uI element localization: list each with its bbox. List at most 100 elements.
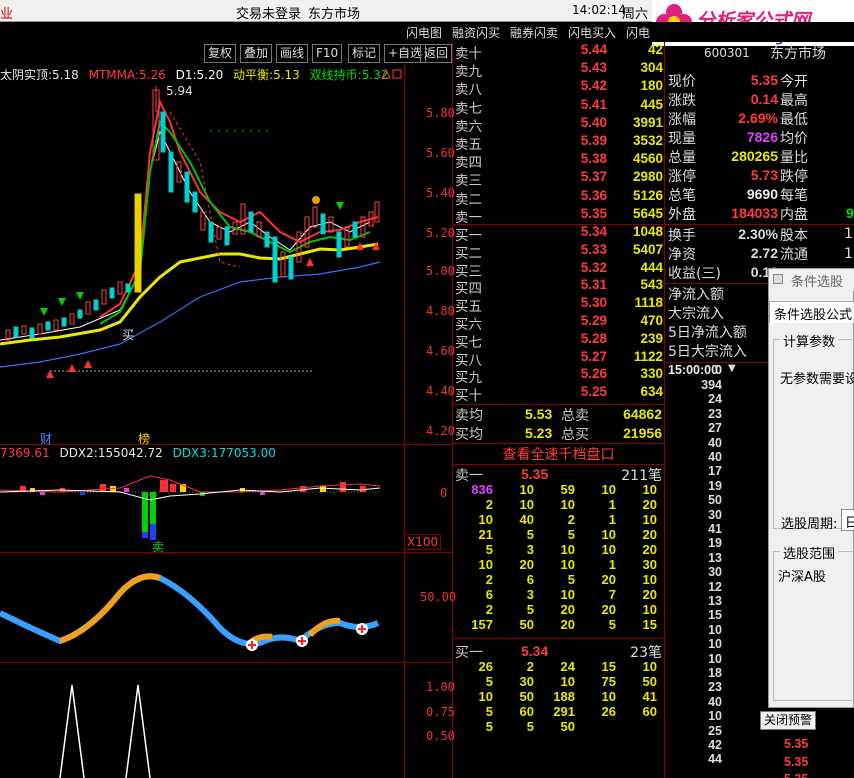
oscillator-chart[interactable] xyxy=(0,553,404,662)
period-select[interactable]: 日 xyxy=(841,509,854,531)
stock-header: 600301 东方市场 xyxy=(668,46,854,62)
stat-value: 5.73 xyxy=(750,167,778,183)
dialog-tab-formula[interactable]: 条件选股公式 xyxy=(769,301,854,323)
kline-chart[interactable] xyxy=(0,82,404,444)
sell-level-row[interactable]: 卖六 5.40 3991 xyxy=(453,115,665,135)
buy-level-row[interactable]: 买七 5.28 239 xyxy=(453,330,665,351)
buy-level-price: 5.34 xyxy=(580,224,607,239)
tick-volume: 15 xyxy=(708,608,722,623)
restore-rights-button[interactable]: 复权 xyxy=(204,44,237,63)
buy-level-row[interactable]: 买四 5.31 543 xyxy=(453,277,665,297)
queue-cell: 20 xyxy=(560,602,575,617)
flow-label: 大宗流入 xyxy=(668,306,724,322)
sell-level-row[interactable]: 卖一 5.35 5645 xyxy=(453,206,665,226)
queue-cell: 5 xyxy=(485,674,493,689)
queue-buy-price: 5.34 xyxy=(521,643,549,659)
buy-level-row[interactable]: 买六 5.29 470 xyxy=(453,313,665,333)
queue-cell: 60 xyxy=(519,704,534,719)
queue-cell: 2 xyxy=(485,602,493,617)
flash-chart-button[interactable]: 闪电图 xyxy=(406,24,442,41)
buy-level-row[interactable]: 买一 5.34 1048 xyxy=(453,224,665,244)
sell-level-price: 5.39 xyxy=(580,133,607,148)
buy-level-volume: 1048 xyxy=(632,224,663,239)
short-sell-button[interactable]: 融券闪卖 xyxy=(510,24,558,41)
sell-level-volume: 42 xyxy=(647,42,663,57)
sell-level-row[interactable]: 卖五 5.39 3532 xyxy=(453,133,665,153)
login-status[interactable]: 交易未登录 xyxy=(236,3,301,22)
queue-cell: 21 xyxy=(478,527,493,542)
ddx-chart[interactable] xyxy=(0,462,404,552)
queue-cell: 10 xyxy=(642,572,657,587)
queue-cell: 5 xyxy=(567,527,575,542)
queue-cell: 10 xyxy=(560,587,575,602)
tick-volume: 23 xyxy=(708,680,722,695)
mark-button[interactable]: 标记 xyxy=(348,44,381,63)
sell-level-row[interactable]: 卖九 5.43 304 xyxy=(453,60,665,80)
sell-level-row[interactable]: 卖七 5.41 445 xyxy=(453,96,665,117)
draw-line-button[interactable]: 画线 xyxy=(276,44,309,63)
close-alert-button[interactable]: 关闭预警 xyxy=(760,711,816,730)
f10-button[interactable]: F10 xyxy=(312,44,343,63)
marker-cai[interactable]: 财 xyxy=(40,430,52,447)
thousand-level-link[interactable]: 查看全速千档盘口 xyxy=(453,444,664,464)
stat-value: 9690 xyxy=(746,186,778,202)
queue-cell: 6 xyxy=(526,572,534,587)
overlay-button[interactable]: 叠加 xyxy=(240,44,273,63)
buy-level-row[interactable]: 买八 5.27 1122 xyxy=(453,348,665,369)
osc-axis-label: 50.00 xyxy=(420,590,457,604)
stat-value: 184033 xyxy=(731,205,778,221)
queue-cell: 10 xyxy=(478,689,493,704)
tick-volume: 40 xyxy=(708,435,722,450)
chart-settings-icon[interactable] xyxy=(380,68,404,80)
signal-chart[interactable] xyxy=(0,663,404,778)
stat-label: 总量 xyxy=(668,150,696,166)
dialog-title: 条件选股 xyxy=(791,275,844,290)
sell-level-row[interactable]: 卖十 5.44 42 xyxy=(453,42,665,62)
price-axis-label: 5.40 xyxy=(426,186,455,200)
param-group-title: 计算参数 xyxy=(780,331,839,350)
queue-cell: 40 xyxy=(519,512,534,527)
buy-level-price: 5.27 xyxy=(580,348,607,364)
sell-level-row[interactable]: 卖三 5.37 2980 xyxy=(453,169,665,189)
sell-level-volume: 5126 xyxy=(632,187,663,203)
marker-bang[interactable]: 榜 xyxy=(138,430,150,447)
tick-volume: 30 xyxy=(708,565,722,580)
flow-label: 5日大宗流入 xyxy=(668,344,747,360)
sell-avg-label: 卖均 xyxy=(455,408,483,424)
sell-level-row[interactable]: 卖四 5.38 4560 xyxy=(453,151,665,171)
sell-level-row[interactable]: 卖八 5.42 180 xyxy=(453,78,665,98)
back-button[interactable]: 返回 xyxy=(420,44,453,63)
tick-volume: 25 xyxy=(708,723,722,738)
dialog-titlebar[interactable]: 条件选股 xyxy=(769,269,854,291)
buy-level-row[interactable]: 买十 5.25 634 xyxy=(453,384,665,404)
price-axis-label: 5.60 xyxy=(426,146,455,160)
queue-cell: 10 xyxy=(519,482,534,497)
queue-cell: 10 xyxy=(560,557,575,572)
sell-level-price: 5.41 xyxy=(580,96,607,112)
buy-level-price: 5.26 xyxy=(580,366,607,382)
buy-level-row[interactable]: 买九 5.26 330 xyxy=(453,366,665,386)
queue-cell: 20 xyxy=(642,587,657,602)
buy-level-row[interactable]: 买二 5.33 5407 xyxy=(453,241,665,262)
buy-level-volume: 1118 xyxy=(634,295,663,311)
buy-level-volume: 5407 xyxy=(632,241,663,257)
buy-total-label: 总买 xyxy=(561,427,589,443)
queue-cell: 1 xyxy=(608,512,616,527)
range-value[interactable]: 沪深A股 xyxy=(778,566,826,585)
tick-volume: 40 xyxy=(708,694,722,709)
ddx-zero-label: 0 xyxy=(440,486,448,500)
flash-buy-button[interactable]: 闪电买入 xyxy=(568,24,616,41)
ddx1-value: 7369.61 xyxy=(0,446,50,460)
tick-list: 394 24 23 27 40 40 17 19 50 30 41 19 13 30 12 13 15 10 10 1… xyxy=(666,378,766,778)
queue-cell: 2 xyxy=(526,659,534,674)
margin-buy-button[interactable]: 融资闪买 xyxy=(452,24,500,41)
sell-level-row[interactable]: 卖二 5.36 5126 xyxy=(453,187,665,208)
tick-dropdown-icon[interactable]: ▼ xyxy=(728,363,736,374)
tick-price: 5.35 xyxy=(784,737,809,751)
buy-level-volume: 239 xyxy=(640,330,663,346)
sell-level-volume: 4560 xyxy=(632,151,663,167)
buy-level-row[interactable]: 买五 5.30 1118 xyxy=(453,295,665,315)
buy-level-row[interactable]: 买三 5.32 444 xyxy=(453,260,665,280)
flash-more-button[interactable]: 闪电 xyxy=(626,24,650,41)
peak-price-label: 5.94 xyxy=(166,84,193,98)
